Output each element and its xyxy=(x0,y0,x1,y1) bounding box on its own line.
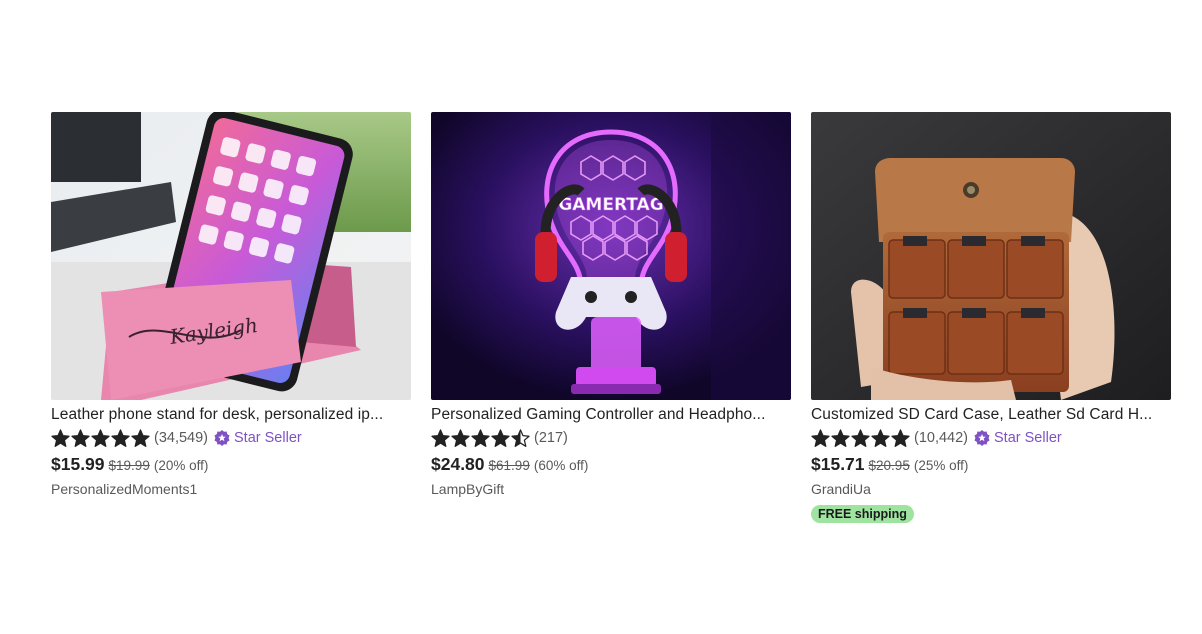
star-seller-badge-icon xyxy=(214,430,230,446)
price-row: $24.80 $61.99 (60% off) xyxy=(431,454,791,475)
shop-name[interactable]: LampByGift xyxy=(431,481,791,497)
star-icon xyxy=(131,428,150,447)
listing-title[interactable]: Personalized Gaming Controller and Headp… xyxy=(431,406,791,424)
star-icon xyxy=(431,428,450,447)
lamp-engraved-text: GAMERTAG xyxy=(558,195,663,215)
rating-row: (10,442) Star Seller xyxy=(811,427,1171,449)
star-rating xyxy=(811,428,910,448)
star-icon xyxy=(871,428,890,447)
listing-card[interactable]: GAMERTAG Personalized Gaming Controller … xyxy=(431,112,791,523)
free-shipping-badge: FREE shipping xyxy=(811,505,914,523)
star-rating xyxy=(51,428,150,448)
listing-grid: Kayleigh Leather phone stand for desk, p… xyxy=(51,112,1171,523)
rating-row: (34,549) Star Seller xyxy=(51,427,411,449)
star-icon xyxy=(811,428,830,447)
star-rating xyxy=(431,428,530,448)
price-row: $15.99 $19.99 (20% off) xyxy=(51,454,411,475)
listing-image-gaming-lamp[interactable]: GAMERTAG xyxy=(431,112,791,400)
discount-percent: (25% off) xyxy=(913,458,969,473)
review-count: (10,442) xyxy=(914,430,969,446)
listing-image-sd-card-case[interactable] xyxy=(811,112,1171,400)
review-count: (217) xyxy=(534,430,568,446)
star-icon xyxy=(51,428,70,447)
original-price: $20.95 xyxy=(868,458,910,473)
star-icon xyxy=(91,428,110,447)
sale-price: $15.71 xyxy=(811,454,865,474)
star-icon xyxy=(851,428,870,447)
star-seller-label: Star Seller xyxy=(994,430,1062,446)
review-count: (34,549) xyxy=(154,430,209,446)
listing-title[interactable]: Customized SD Card Case, Leather Sd Card… xyxy=(811,406,1171,424)
star-icon xyxy=(511,428,530,447)
star-icon xyxy=(471,428,490,447)
shop-name[interactable]: PersonalizedMoments1 xyxy=(51,481,411,497)
listing-card[interactable]: Customized SD Card Case, Leather Sd Card… xyxy=(811,112,1171,523)
original-price: $61.99 xyxy=(488,458,530,473)
star-icon xyxy=(111,428,130,447)
rating-row: (217) xyxy=(431,427,791,449)
star-seller-badge: Star Seller xyxy=(214,430,302,446)
listing-title[interactable]: Leather phone stand for desk, personaliz… xyxy=(51,406,411,424)
star-icon xyxy=(891,428,910,447)
star-icon xyxy=(831,428,850,447)
original-price: $19.99 xyxy=(108,458,150,473)
star-seller-badge-icon xyxy=(974,430,990,446)
discount-percent: (20% off) xyxy=(153,458,209,473)
star-icon xyxy=(451,428,470,447)
star-seller-label: Star Seller xyxy=(234,430,302,446)
sale-price: $24.80 xyxy=(431,454,485,474)
star-seller-badge: Star Seller xyxy=(974,430,1062,446)
discount-percent: (60% off) xyxy=(533,458,589,473)
listing-card[interactable]: Kayleigh Leather phone stand for desk, p… xyxy=(51,112,411,523)
star-icon xyxy=(71,428,90,447)
sale-price: $15.99 xyxy=(51,454,105,474)
listing-image-phone-stand[interactable]: Kayleigh xyxy=(51,112,411,400)
shop-name[interactable]: GrandiUa xyxy=(811,481,1171,497)
star-icon xyxy=(491,428,510,447)
price-row: $15.71 $20.95 (25% off) xyxy=(811,454,1171,475)
